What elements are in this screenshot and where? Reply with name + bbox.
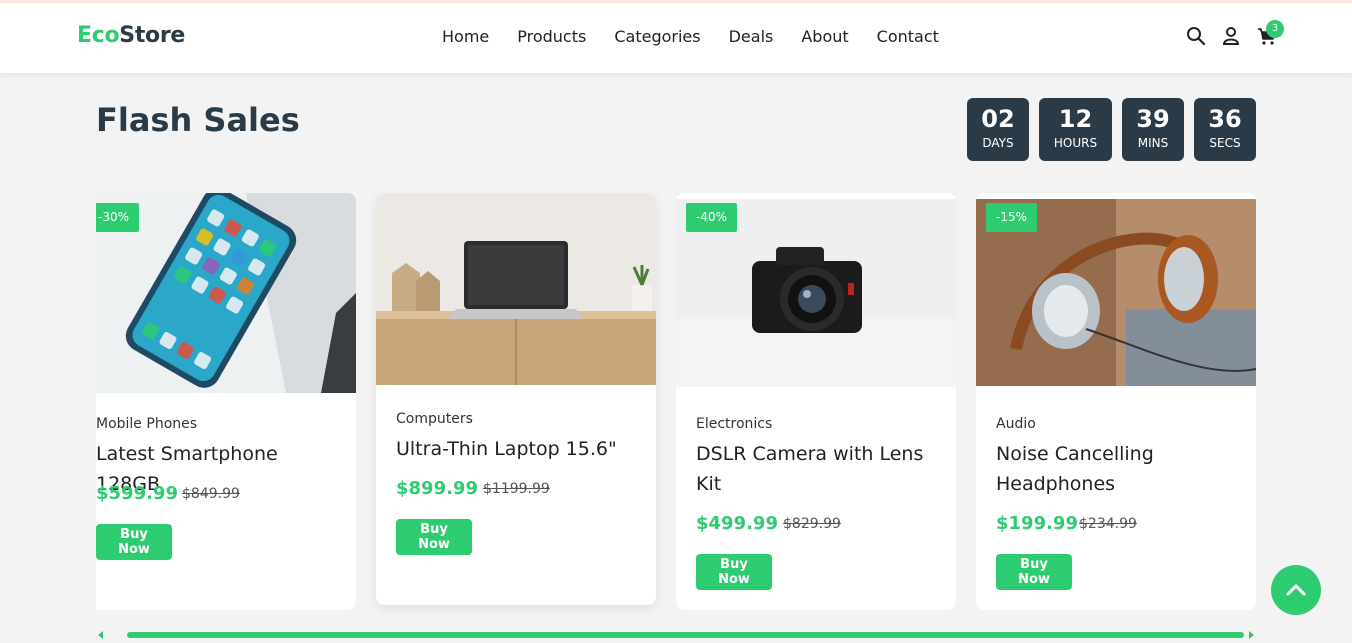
buy-now-button[interactable]: Buy Now <box>696 554 772 590</box>
product-old-price: $234.99 <box>1079 516 1137 532</box>
search-icon[interactable] <box>1186 26 1206 46</box>
discount-badge: -15% <box>986 203 1038 232</box>
nav-products[interactable]: Products <box>517 27 586 46</box>
site-logo[interactable]: EcoStore <box>77 23 185 48</box>
discount-badge: -30% <box>96 203 140 232</box>
product-title[interactable]: DSLR Camera with Lens Kit <box>696 439 946 499</box>
product-price: $899.99 <box>396 478 478 499</box>
nav-contact[interactable]: Contact <box>877 27 939 46</box>
product-old-price: $849.99 <box>182 486 240 502</box>
chevron-up-icon <box>1286 584 1306 596</box>
product-category: Audio <box>996 416 1036 432</box>
main-nav: Home Products Categories Deals About Con… <box>442 27 967 46</box>
site-header: EcoStore Home Products Categories Deals … <box>0 3 1352 73</box>
product-card-laptop[interactable]: Computers Ultra-Thin Laptop 15.6" $899.9… <box>376 193 656 605</box>
section-title: Flash Sales <box>96 101 300 139</box>
product-card-smartphone[interactable]: -30% Mobile Phones Latest Smartphone 128… <box>96 193 356 610</box>
product-category: Computers <box>396 411 473 427</box>
product-card-headphones[interactable]: -15% Audio Noise Cancelling Headphones $… <box>976 193 1256 610</box>
product-title[interactable]: Ultra-Thin Laptop 15.6" <box>396 434 646 464</box>
product-price: $199.99 <box>996 513 1078 534</box>
buy-now-button[interactable]: Buy Now <box>996 554 1072 590</box>
nav-about[interactable]: About <box>801 27 848 46</box>
nav-deals[interactable]: Deals <box>729 27 774 46</box>
product-category: Mobile Phones <box>96 416 198 432</box>
product-price: $499.99 <box>696 513 778 534</box>
scroll-left-arrow[interactable] <box>98 631 103 639</box>
discount-badge: -40% <box>686 203 738 232</box>
product-old-price: $829.99 <box>783 516 841 532</box>
buy-now-button[interactable]: Buy Now <box>96 524 172 560</box>
countdown-days: 02 DAYS <box>967 98 1029 161</box>
buy-now-button[interactable]: Buy Now <box>396 519 472 555</box>
nav-categories[interactable]: Categories <box>614 27 700 46</box>
product-card-camera[interactable]: -40% Electronics DSLR Camera with Lens K… <box>676 193 956 610</box>
countdown-mins: 39 MINS <box>1122 98 1184 161</box>
laptop-image <box>376 193 656 385</box>
scroll-right-arrow[interactable] <box>1249 631 1254 639</box>
cart-count-badge: 3 <box>1266 20 1284 38</box>
product-title[interactable]: Noise Cancelling Headphones <box>996 439 1246 499</box>
horizontal-scrollbar[interactable] <box>127 632 1244 638</box>
countdown-hours: 12 HOURS <box>1039 98 1112 161</box>
nav-home[interactable]: Home <box>442 27 489 46</box>
product-price: $599.99 <box>96 483 178 504</box>
countdown-secs: 36 SECS <box>1194 98 1256 161</box>
product-category: Electronics <box>696 416 773 432</box>
user-icon[interactable] <box>1221 26 1241 46</box>
back-to-top-button[interactable] <box>1271 565 1321 615</box>
product-old-price: $1199.99 <box>483 481 550 497</box>
